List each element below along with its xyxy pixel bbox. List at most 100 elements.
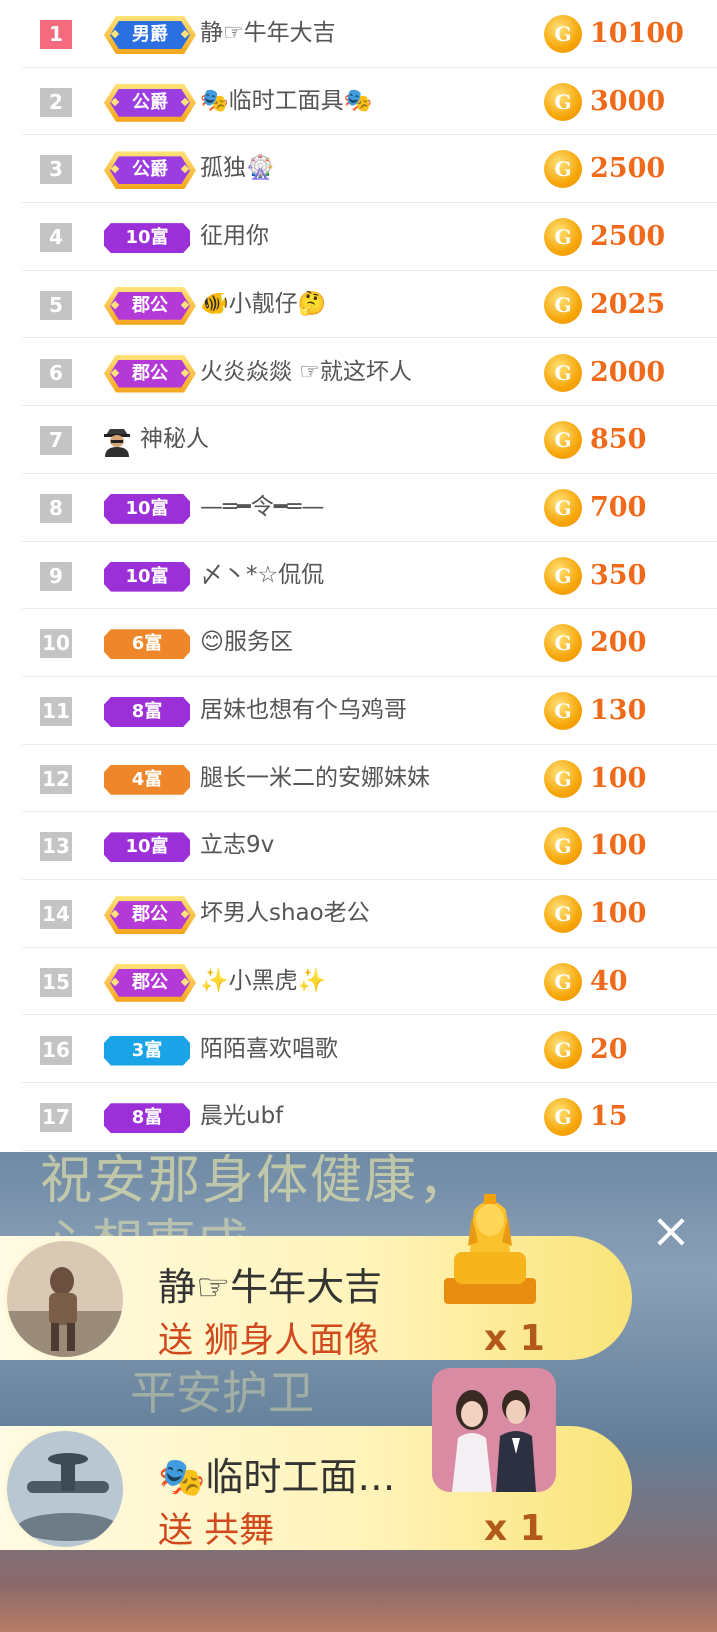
leaderboard-row[interactable]: 15 郡公 ✨小黑虎✨ G 40 <box>22 948 717 1016</box>
noble-badge-label: 公爵 <box>110 156 190 185</box>
contribution-score: 2025 <box>590 288 666 320</box>
gift-action: 送 共舞 <box>158 1511 275 1551</box>
user-name[interactable]: 居妹也想有个乌鸡哥 <box>200 677 407 744</box>
rank-number: 6 <box>40 358 72 388</box>
user-name[interactable]: 🎭临时工面具🎭 <box>200 68 372 135</box>
user-name[interactable]: 腿长一米二的安娜妹妹 <box>200 745 430 812</box>
rank-number: 2 <box>40 87 72 117</box>
user-name[interactable]: 陌陌喜欢唱歌 <box>200 1016 338 1083</box>
user-name[interactable]: —═━令━═— <box>200 474 324 541</box>
noble-badge: 男爵 <box>104 16 196 54</box>
gift-banner-1: 静☞牛年大吉 送 狮身人面像 x 1 <box>0 1194 632 1361</box>
gold-coin-icon: G <box>544 353 582 392</box>
user-name[interactable]: 征用你 <box>200 203 269 270</box>
wealth-badge: 8富 <box>104 1103 190 1134</box>
leaderboard-row[interactable]: 9 10富 〆丶*☆侃侃 G 350 <box>22 542 717 610</box>
leaderboard-row[interactable]: 3 公爵 孤独🎡 G 2500 <box>22 135 717 204</box>
rank-number: 8 <box>40 493 72 523</box>
gold-coin-icon: G <box>544 285 582 324</box>
gift-action: 送 狮身人面像 <box>158 1321 380 1361</box>
leaderboard-row[interactable]: 6 郡公 火炎焱燚 ☞就这坏人 G 2000 <box>22 339 717 407</box>
sender-avatar[interactable] <box>4 1428 126 1550</box>
contribution-score: 850 <box>590 424 647 456</box>
contribution-score: 15 <box>590 1101 628 1133</box>
user-name[interactable]: 〆丶*☆侃侃 <box>200 542 324 609</box>
leaderboard-row[interactable]: 8 10富 —═━令━═— G 700 <box>22 474 717 542</box>
wealth-badge-label: 10富 <box>104 223 190 254</box>
user-name[interactable]: 😊服务区 <box>200 609 293 676</box>
leaderboard-row[interactable]: 2 公爵 🎭临时工面具🎭 G 3000 <box>22 68 717 136</box>
gold-coin-icon: G <box>544 556 582 595</box>
wealth-badge-label: 4富 <box>104 764 190 795</box>
wealth-badge-label: 6富 <box>104 629 190 660</box>
wealth-badge: 10富 <box>104 561 190 592</box>
gold-coin-icon: G <box>544 1098 582 1137</box>
contribution-score: 350 <box>590 559 647 591</box>
gold-coin-icon: G <box>544 150 582 189</box>
wealth-badge-label: 10富 <box>104 561 190 592</box>
user-name[interactable]: 立志9v <box>200 812 274 879</box>
close-icon[interactable]: × <box>648 1207 694 1255</box>
contribution-score: 100 <box>590 830 647 862</box>
user-name[interactable]: 孤独🎡 <box>200 135 275 202</box>
contribution-score: 130 <box>590 695 647 726</box>
leaderboard-row[interactable]: 13 10富 立志9v G 100 <box>22 812 717 881</box>
gift-sender-name: 静☞牛年大吉 <box>158 1265 383 1309</box>
wealth-badge: 6富 <box>104 629 190 660</box>
gift-banner-2: 🎭临时工面… 送 共舞 x 1 <box>0 1368 632 1551</box>
leaderboard-row[interactable]: 5 郡公 🐠小靓仔🤔 G 2025 <box>22 271 717 339</box>
leaderboard-row[interactable]: 10 6富 😊服务区 G 200 <box>22 609 717 677</box>
contribution-score: 2500 <box>590 153 666 185</box>
noble-badge: 郡公 <box>104 896 196 935</box>
video-caption-line3: 平安护卫 <box>130 1366 314 1420</box>
leaderboard-row[interactable]: 4 10富 征用你 G 2500 <box>22 203 717 271</box>
rank-number: 11 <box>40 697 72 726</box>
contribution-score: 40 <box>590 965 628 997</box>
user-name[interactable]: 晨光ubf <box>200 1083 283 1150</box>
leaderboard-row[interactable]: 12 4富 腿长一米二的安娜妹妹 G 100 <box>22 745 717 813</box>
gift-count: x 1 <box>484 1508 545 1549</box>
leaderboard-list: 1 男爵 静☞牛年大吉 G 10100 2 公爵 🎭临时工面具🎭 G 3000 3 公爵 孤独🎡 G 250… <box>0 0 717 1152</box>
rank-number: 15 <box>40 967 72 997</box>
gold-coin-icon: G <box>544 895 582 934</box>
gold-coin-icon: G <box>544 692 582 730</box>
leaderboard-row[interactable]: 17 8富 晨光ubf G 15 <box>22 1083 717 1151</box>
sphinx-gift-icon <box>430 1182 550 1314</box>
gold-coin-icon: G <box>544 218 582 257</box>
noble-badge-label: 男爵 <box>110 21 190 49</box>
leaderboard-row[interactable]: 11 8富 居妹也想有个乌鸡哥 G 130 <box>22 677 717 745</box>
user-name[interactable]: ✨小黑虎✨ <box>200 948 326 1015</box>
user-name[interactable]: 🐠小靓仔🤔 <box>200 271 326 338</box>
noble-badge: 公爵 <box>104 83 196 122</box>
contribution-score: 2000 <box>590 356 666 388</box>
rank-number: 3 <box>40 155 72 185</box>
user-name[interactable]: 火炎焱燚 ☞就这坏人 <box>200 339 412 406</box>
leaderboard-row[interactable]: 7 神秘人 G 850 <box>22 406 717 474</box>
user-name[interactable]: 坏男人shao老公 <box>200 880 370 947</box>
gold-coin-icon: G <box>544 15 582 53</box>
noble-badge-label: 郡公 <box>110 359 190 388</box>
rank-number: 10 <box>40 629 72 659</box>
user-name[interactable]: 神秘人 <box>140 406 209 473</box>
wealth-badge-label: 3富 <box>104 1035 190 1066</box>
gift-sender-name: 🎭临时工面… <box>158 1455 396 1499</box>
gold-coin-icon: G <box>544 624 582 663</box>
sender-avatar[interactable] <box>4 1238 126 1360</box>
gold-coin-icon: G <box>544 827 582 866</box>
contribution-score: 2500 <box>590 221 666 253</box>
rank-number: 9 <box>40 561 72 591</box>
leaderboard-row[interactable]: 14 郡公 坏男人shao老公 G 100 <box>22 880 717 948</box>
rank-number: 4 <box>40 223 72 253</box>
noble-badge: 郡公 <box>104 963 196 1002</box>
leaderboard-row[interactable]: 1 男爵 静☞牛年大吉 G 10100 <box>22 0 717 68</box>
leaderboard-row[interactable]: 16 3富 陌陌喜欢唱歌 G 20 <box>22 1016 717 1084</box>
live-video-area[interactable]: 祝安那身体健康， 心想事成 平安护卫 × 静☞牛年大吉 送 狮身人面像 <box>0 1152 717 1632</box>
rank-number: 17 <box>40 1103 72 1133</box>
user-name[interactable]: 静☞牛年大吉 <box>200 0 336 67</box>
noble-badge: 郡公 <box>104 354 196 393</box>
contribution-score: 100 <box>590 762 647 794</box>
contribution-score: 3000 <box>590 85 666 117</box>
wealth-badge-label: 8富 <box>104 1103 190 1134</box>
wealth-badge: 3富 <box>104 1035 190 1066</box>
gold-coin-icon: G <box>544 488 582 527</box>
